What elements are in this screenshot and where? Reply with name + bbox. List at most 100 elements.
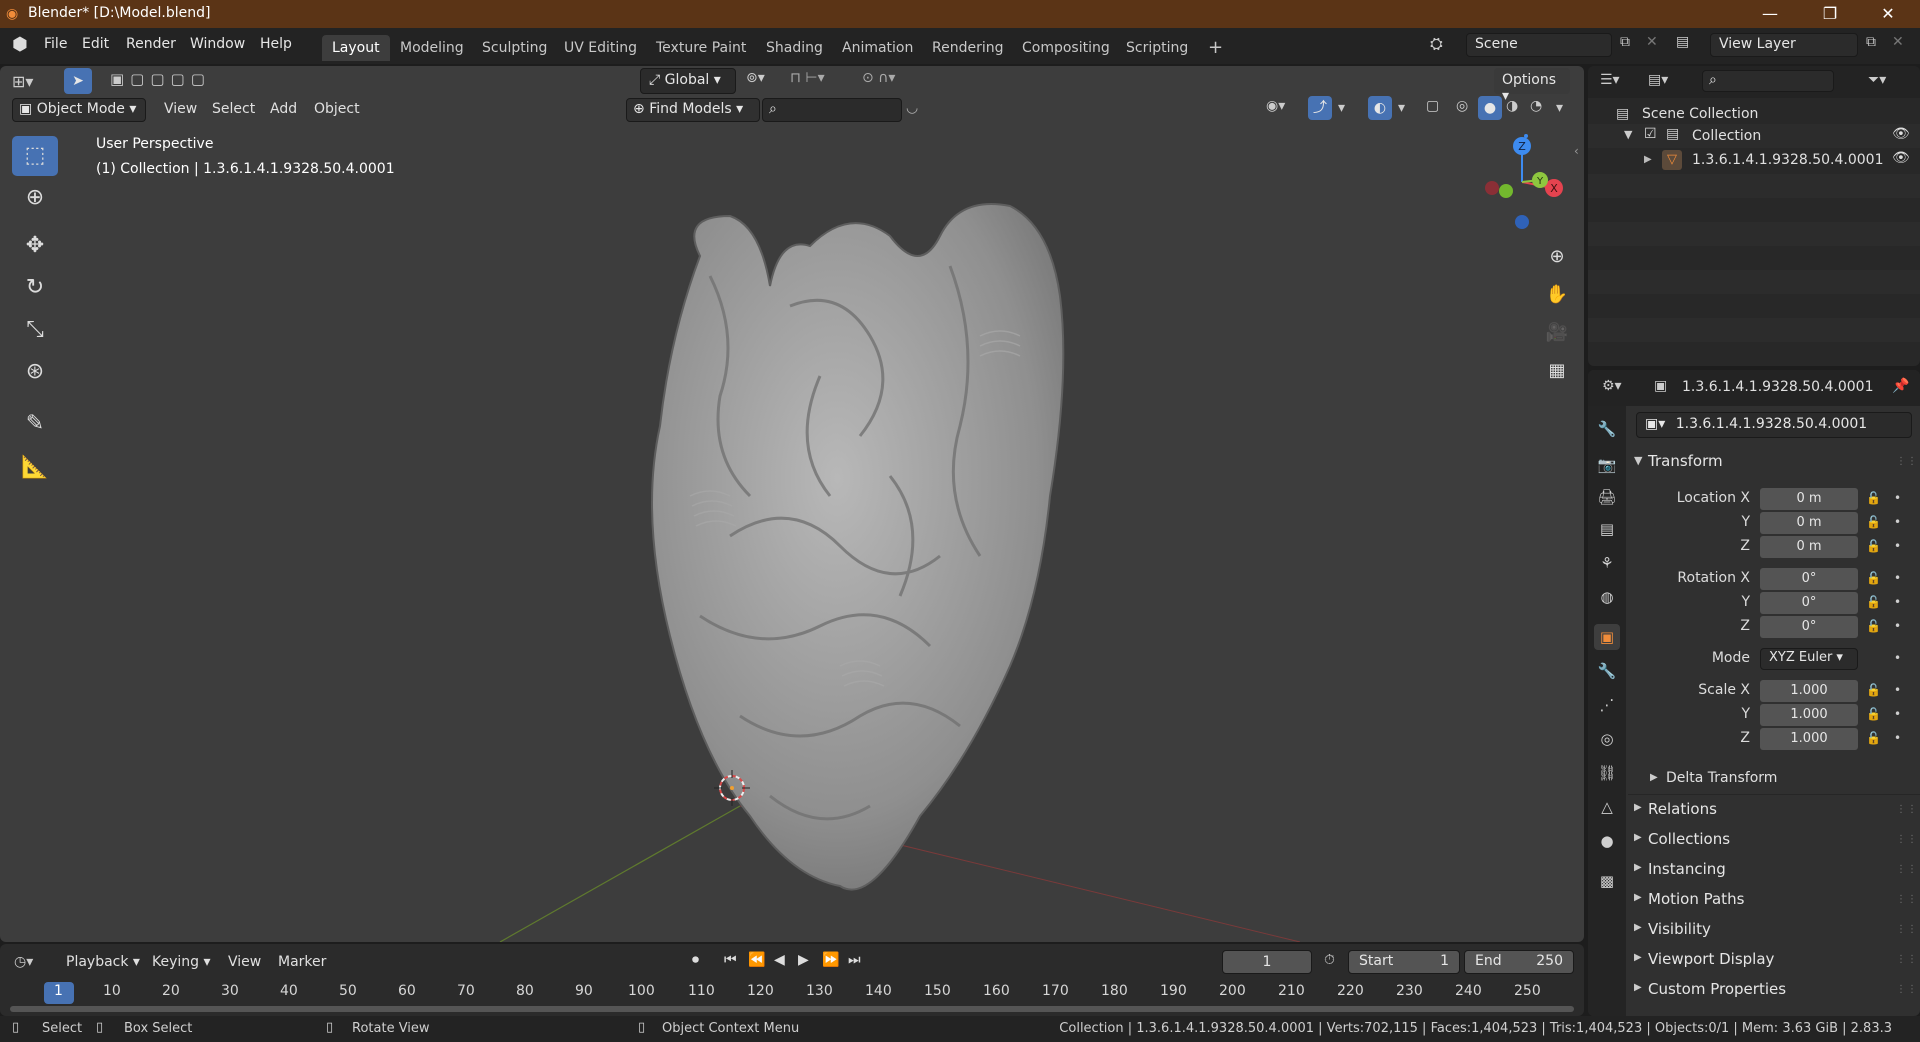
sidebar-toggle-icon[interactable]: ‹ [1574, 144, 1579, 158]
world-tab-icon[interactable]: ◍ [1594, 584, 1620, 610]
output-tab-icon[interactable]: 🖨 [1594, 484, 1620, 510]
end-frame-field[interactable]: End 250 [1464, 950, 1574, 974]
blender-menu-icon[interactable]: ⬢ [12, 34, 28, 55]
drag-grip-icon[interactable]: ⋮⋮ [1896, 894, 1918, 905]
delta-transform-subpanel[interactable]: Delta Transform [1666, 770, 1777, 786]
jump-start-icon[interactable]: ⏮ [724, 952, 737, 968]
keyframe-dot-icon[interactable]: • [1894, 731, 1901, 745]
ortho-toggle-icon[interactable]: ▦ [1540, 354, 1574, 388]
collection-label[interactable]: Collection [1692, 128, 1761, 144]
scene-tab-icon[interactable]: ⚘ [1594, 550, 1620, 576]
panel-relations[interactable]: Relations [1648, 800, 1717, 818]
pan-hand-icon[interactable]: ✋ [1540, 278, 1574, 312]
intestine-model[interactable] [640, 196, 1070, 916]
current-frame-field[interactable]: 1 [1222, 950, 1312, 974]
tab-compositing[interactable]: Compositing [1012, 35, 1120, 61]
location-x-field[interactable]: 0 m [1760, 488, 1858, 510]
annotate-tool-icon[interactable]: ✎ [12, 404, 58, 444]
modifier-tab-icon[interactable]: 🔧 [1594, 658, 1620, 684]
display-mode-icon[interactable]: ▤▾ [1648, 72, 1668, 88]
new-view-layer-icon[interactable]: ⧉ [1866, 34, 1876, 50]
panel-visibility[interactable]: Visibility [1648, 920, 1711, 938]
timeline-menu-marker[interactable]: Marker [278, 954, 326, 970]
relations-arrow-icon[interactable]: ▶ [1634, 802, 1642, 813]
lock-icon[interactable]: 🔓 [1866, 683, 1881, 697]
visibility-arrow-icon[interactable]: ▶ [1634, 922, 1642, 933]
rotation-y-field[interactable]: 0° [1760, 592, 1858, 614]
texture-tab-icon[interactable]: ▩ [1594, 868, 1620, 894]
expand-arrow-icon[interactable]: ▶ [1644, 154, 1652, 165]
start-frame-field[interactable]: Start 1 [1348, 950, 1460, 974]
minimize-button[interactable]: — [1748, 2, 1792, 26]
keyframe-dot-icon[interactable]: • [1894, 707, 1901, 721]
collapse-arrow-icon[interactable]: ▼ [1624, 128, 1632, 141]
scale-x-field[interactable]: 1.000 [1760, 680, 1858, 702]
location-y-field[interactable]: 0 m [1760, 512, 1858, 534]
properties-editor-icon[interactable]: ⚙▾ [1602, 378, 1622, 394]
panel-instancing[interactable]: Instancing [1648, 860, 1726, 878]
timeline-menu-keying[interactable]: Keying ▾ [152, 954, 211, 970]
particles-tab-icon[interactable]: ⋰ [1594, 692, 1620, 718]
scene-browse-icon[interactable]: ⛭ [1430, 34, 1443, 54]
checkbox-icon[interactable]: ☑ [1644, 126, 1657, 142]
pin-icon[interactable]: 📌 [1892, 378, 1909, 394]
rotation-z-field[interactable]: 0° [1760, 616, 1858, 638]
add-workspace-button[interactable]: + [1198, 35, 1233, 61]
tab-sculpting[interactable]: Sculpting [472, 35, 557, 61]
scale-y-field[interactable]: 1.000 [1760, 704, 1858, 726]
tab-texture-paint[interactable]: Texture Paint [646, 35, 756, 61]
cursor-tool-icon[interactable]: ⊕ [12, 178, 58, 218]
outliner-search-input[interactable]: ⌕ [1702, 70, 1834, 92]
drag-grip-icon[interactable]: ⋮⋮ [1896, 804, 1918, 815]
jump-end-icon[interactable]: ⏭ [848, 952, 861, 968]
object-tab-icon[interactable]: ▣ [1594, 624, 1620, 650]
eye-icon[interactable]: 👁 [1892, 126, 1910, 142]
menu-window[interactable]: Window [190, 36, 245, 52]
timeline-editor-icon[interactable]: ◷▾ [14, 954, 33, 970]
constraints-tab-icon[interactable]: ⛓ [1594, 760, 1620, 786]
custom-properties-arrow-icon[interactable]: ▶ [1634, 982, 1642, 993]
3d-viewport[interactable]: ⊞▾ ➤ ▣▢▢▢▢ ⤢ Global ▾ ⊚▾ ⊓ ⊢▾ ⊙ ∩▾ Optio… [0, 66, 1584, 942]
panel-custom-properties[interactable]: Custom Properties [1648, 980, 1786, 998]
tab-uv-editing[interactable]: UV Editing [554, 35, 647, 61]
drag-grip-icon[interactable]: ⋮⋮ [1896, 864, 1918, 875]
zoom-icon[interactable]: ⊕ [1540, 240, 1574, 274]
rotate-tool-icon[interactable]: ↻ [12, 268, 58, 308]
drag-grip-icon[interactable]: ⋮⋮ [1896, 924, 1918, 935]
measure-tool-icon[interactable]: 📐 [12, 448, 58, 488]
tab-shading[interactable]: Shading [756, 35, 833, 61]
instancing-arrow-icon[interactable]: ▶ [1634, 862, 1642, 873]
new-scene-icon[interactable]: ⧉ [1620, 34, 1630, 50]
drag-grip-icon[interactable]: ⋮⋮ [1896, 954, 1918, 965]
menu-help[interactable]: Help [260, 36, 292, 52]
3d-cursor-icon[interactable] [714, 770, 750, 806]
scene-collection-label[interactable]: Scene Collection [1642, 106, 1758, 122]
tab-scripting[interactable]: Scripting [1116, 35, 1198, 61]
scale-tool-icon[interactable]: ⤡ [12, 310, 58, 350]
drag-grip-icon[interactable]: ⋮⋮ [1896, 456, 1918, 467]
rotation-mode-dropdown[interactable]: XYZ Euler ▾ [1760, 648, 1858, 670]
rotation-x-field[interactable]: 0° [1760, 568, 1858, 590]
keyframe-dot-icon[interactable]: • [1894, 491, 1901, 505]
viewport-display-arrow-icon[interactable]: ▶ [1634, 952, 1642, 963]
physics-tab-icon[interactable]: ◎ [1594, 726, 1620, 752]
material-tab-icon[interactable]: ● [1594, 828, 1620, 854]
next-keyframe-icon[interactable]: ⏩ [822, 952, 839, 968]
panel-viewport-display[interactable]: Viewport Display [1648, 950, 1774, 968]
lock-icon[interactable]: 🔓 [1866, 515, 1881, 529]
render-tab-icon[interactable]: 📷 [1594, 452, 1620, 478]
keyframe-dot-icon[interactable]: • [1894, 619, 1901, 633]
tab-animation[interactable]: Animation [832, 35, 923, 61]
panel-collections[interactable]: Collections [1648, 830, 1730, 848]
collections-arrow-icon[interactable]: ▶ [1634, 832, 1642, 843]
timeline-menu-playback[interactable]: Playback ▾ [66, 954, 140, 970]
scale-z-field[interactable]: 1.000 [1760, 728, 1858, 750]
lock-icon[interactable]: 🔓 [1866, 731, 1881, 745]
drag-grip-icon[interactable]: ⋮⋮ [1896, 984, 1918, 995]
maximize-button[interactable]: ❐ [1808, 2, 1852, 26]
lock-icon[interactable]: 🔓 [1866, 571, 1881, 585]
record-icon[interactable]: ⏺ [692, 952, 699, 968]
data-tab-icon[interactable]: △ [1594, 794, 1620, 820]
transform-arrow-icon[interactable]: ▼ [1634, 454, 1642, 467]
outliner-editor-icon[interactable]: ☰▾ [1600, 72, 1620, 88]
